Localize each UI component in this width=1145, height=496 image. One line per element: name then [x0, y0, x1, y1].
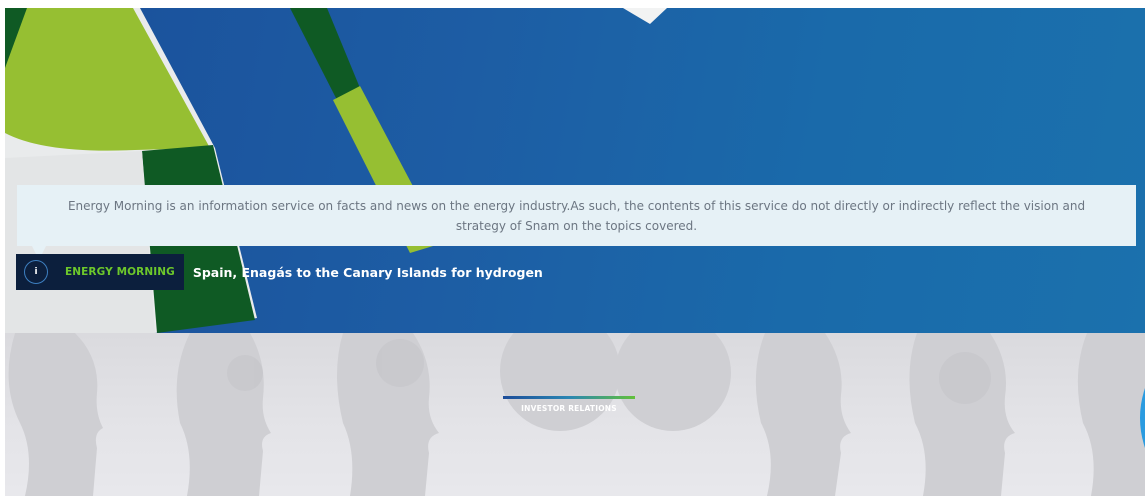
- page: Energy Morning is an information service…: [0, 0, 1145, 496]
- news-category-tag[interactable]: i ENERGY MORNING: [16, 254, 184, 290]
- news-headline-link[interactable]: Spain, Enagás to the Canary Islands for …: [193, 265, 543, 280]
- disclaimer-text: Energy Morning is an information service…: [67, 198, 1086, 233]
- section-divider: [503, 396, 635, 399]
- head-silhouettes-graphic: [8, 333, 1145, 496]
- investor-relations-banner: [5, 333, 1145, 496]
- edge-accent-graphic: [1140, 388, 1145, 448]
- info-icon-glyph: i: [34, 267, 38, 277]
- news-ticker: i ENERGY MORNING Spain, Enagás to the Ca…: [16, 254, 543, 290]
- disclaimer-tooltip: Energy Morning is an information service…: [17, 185, 1136, 246]
- news-category-label: ENERGY MORNING: [65, 266, 175, 278]
- section-label-investor-relations[interactable]: INVESTOR RELATIONS: [503, 404, 635, 413]
- info-icon[interactable]: i: [24, 260, 48, 284]
